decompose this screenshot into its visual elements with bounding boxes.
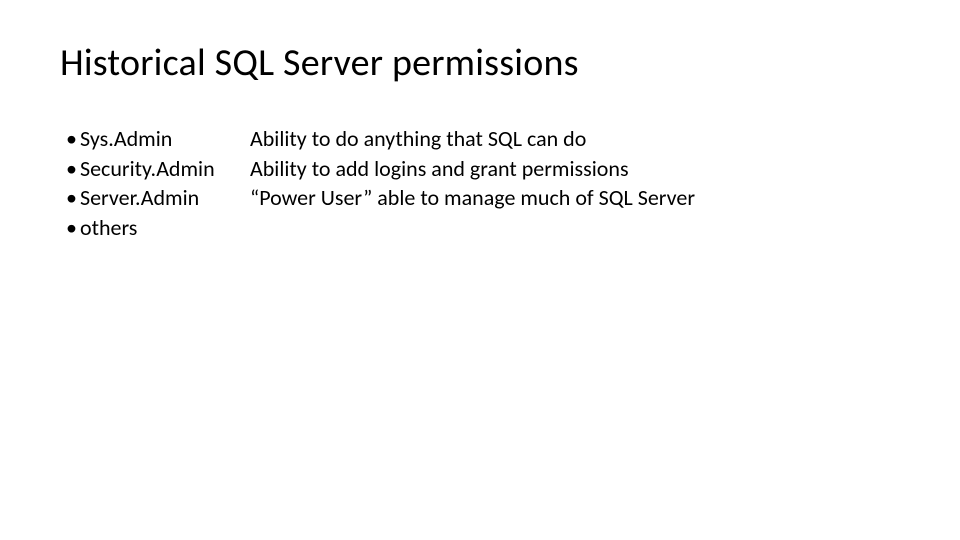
- description-item: Ability to add logins and grant permissi…: [250, 154, 900, 184]
- right-item-text: Ability to do anything that SQL can do: [250, 124, 586, 154]
- list-item: • Security.Admin: [66, 154, 250, 184]
- description-item: Ability to do anything that SQL can do: [250, 124, 900, 154]
- bullet-icon: •: [66, 154, 80, 184]
- left-item-text: Security.Admin: [80, 154, 215, 184]
- right-item-text: Ability to add logins and grant permissi…: [250, 154, 629, 184]
- slide-body: • Sys.Admin • Security.Admin • Server.Ad…: [60, 124, 900, 243]
- list-item: • others: [66, 213, 250, 243]
- slide-title: Historical SQL Server permissions: [60, 40, 900, 86]
- right-item-text: “Power User” able to manage much of SQL …: [250, 183, 695, 213]
- bullet-icon: •: [66, 124, 80, 154]
- list-item: • Server.Admin: [66, 183, 250, 213]
- description-item: “Power User” able to manage much of SQL …: [250, 183, 900, 213]
- left-item-text: others: [80, 213, 137, 243]
- bullet-icon: •: [66, 183, 80, 213]
- bullet-icon: •: [66, 213, 80, 243]
- right-column: Ability to do anything that SQL can do A…: [250, 124, 900, 243]
- left-column: • Sys.Admin • Security.Admin • Server.Ad…: [60, 124, 250, 243]
- left-item-text: Sys.Admin: [80, 124, 172, 154]
- list-item: • Sys.Admin: [66, 124, 250, 154]
- left-item-text: Server.Admin: [80, 183, 199, 213]
